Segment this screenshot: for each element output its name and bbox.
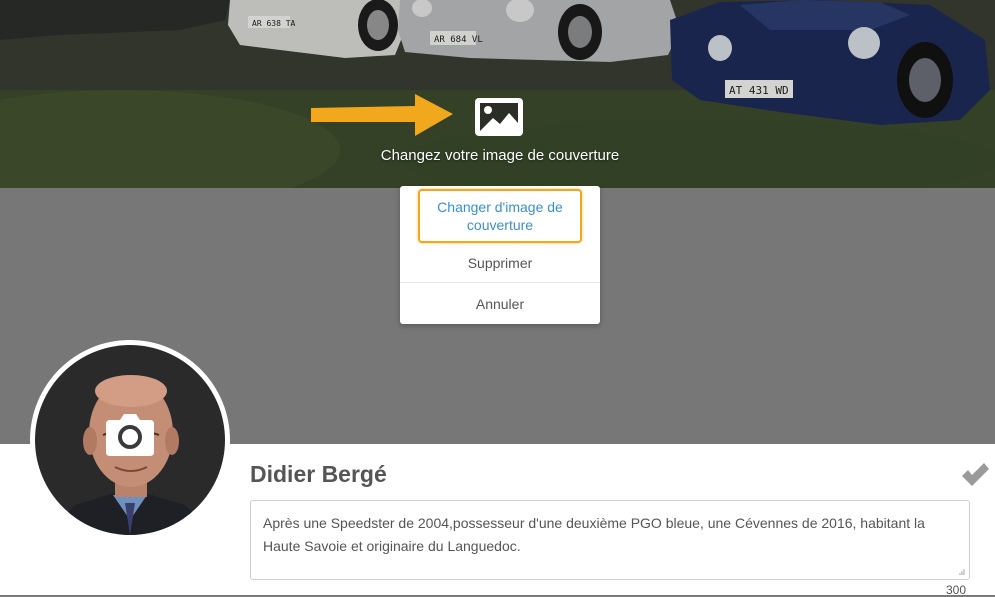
cancel-menu-item[interactable]: Annuler — [400, 283, 600, 324]
change-cover-menu-item[interactable]: Changer d'image de couverture — [418, 189, 582, 243]
cover-change-label[interactable]: Changez votre image de couverture — [300, 147, 700, 164]
profile-name: Didier Bergé — [250, 461, 387, 487]
image-icon[interactable] — [473, 96, 525, 138]
cover-options-menu: Changer d'image de couverture Supprimer … — [400, 186, 600, 324]
arrow-icon — [311, 94, 453, 136]
check-icon[interactable] — [960, 462, 990, 488]
bio-text: Après une Speedster de 2004,possesseur d… — [263, 515, 925, 554]
cover-photo[interactable]: AR 684 VL AT 431 WD AR 638 TA Changez vo… — [0, 0, 995, 188]
resize-grip-icon[interactable] — [958, 568, 966, 576]
delete-cover-menu-item[interactable]: Supprimer — [400, 243, 600, 282]
bio-textarea[interactable]: Après une Speedster de 2004,possesseur d… — [250, 500, 970, 580]
camera-icon[interactable] — [102, 412, 158, 458]
